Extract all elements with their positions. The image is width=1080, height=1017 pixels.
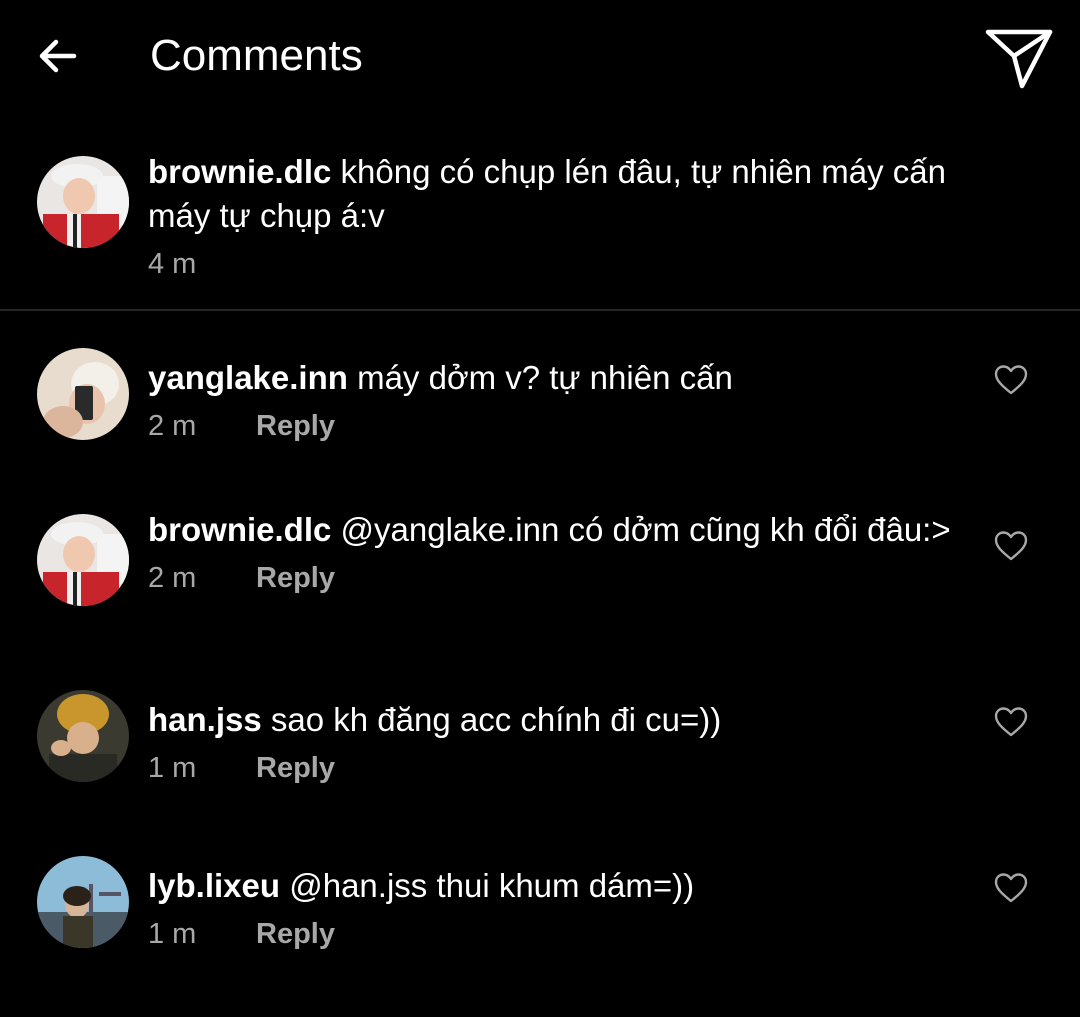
back-button[interactable] — [30, 28, 86, 84]
comment-meta: 1 m Reply — [148, 914, 978, 954]
comment-text: han.jss sao kh đăng acc chính đi cu=)) — [148, 698, 978, 742]
timestamp: 1 m — [148, 752, 197, 784]
heart-icon[interactable] — [994, 706, 1028, 738]
avatar[interactable] — [37, 514, 129, 606]
heart-icon[interactable] — [994, 530, 1028, 562]
post-caption: brownie.dlc không có chụp lén đâu, tự nh… — [0, 140, 1080, 310]
caption-text: brownie.dlc không có chụp lén đâu, tự nh… — [148, 150, 978, 238]
comment-body: brownie.dlc @yanglake.inn có dởm cũng kh… — [148, 508, 978, 598]
reply-button[interactable]: Reply — [256, 558, 335, 598]
caption-meta: 4 m — [148, 244, 978, 284]
comment-text: brownie.dlc @yanglake.inn có dởm cũng kh… — [148, 508, 978, 552]
reply-button[interactable]: Reply — [256, 406, 335, 446]
comment-content: máy dởm v? tự nhiên cấn — [347, 359, 733, 396]
comment-meta: 1 m Reply — [148, 748, 978, 788]
share-button[interactable] — [982, 22, 1056, 92]
comment-text: yanglake.inn máy dởm v? tự nhiên cấn — [148, 356, 978, 400]
divider — [0, 309, 1080, 311]
comment-username[interactable]: yanglake.inn — [148, 359, 348, 396]
avatar[interactable] — [37, 348, 129, 440]
paper-plane-icon — [985, 29, 1053, 89]
avatar[interactable] — [37, 690, 129, 782]
top-bar: Comments — [0, 0, 1080, 112]
comment-username[interactable]: brownie.dlc — [148, 511, 331, 548]
comment-username[interactable]: lyb.lixeu — [148, 867, 280, 904]
comment-body: han.jss sao kh đăng acc chính đi cu=)) 1… — [148, 698, 978, 788]
comment-text: lyb.lixeu @han.jss thui khum dám=)) — [148, 864, 978, 908]
comment-username[interactable]: han.jss — [148, 701, 262, 738]
comment-meta: 2 m Reply — [148, 558, 978, 598]
comment-content: sao kh đăng acc chính đi cu=)) — [261, 701, 722, 738]
comment-content: @yanglake.inn có dởm cũng kh đổi đâu:> — [331, 511, 951, 548]
avatar[interactable] — [37, 856, 129, 948]
comment-body: lyb.lixeu @han.jss thui khum dám=)) 1 m … — [148, 864, 978, 954]
timestamp: 2 m — [148, 410, 197, 442]
reply-button[interactable]: Reply — [256, 748, 335, 788]
reply-button[interactable]: Reply — [256, 914, 335, 954]
comment-body: yanglake.inn máy dởm v? tự nhiên cấn 2 m… — [148, 356, 978, 446]
page-title: Comments — [150, 31, 363, 80]
caption-username[interactable]: brownie.dlc — [148, 153, 331, 190]
comment-meta: 2 m Reply — [148, 406, 978, 446]
timestamp: 4 m — [148, 248, 197, 280]
timestamp: 2 m — [148, 562, 197, 594]
heart-icon[interactable] — [994, 364, 1028, 396]
heart-icon[interactable] — [994, 872, 1028, 904]
comment-content: @han.jss thui khum dám=)) — [280, 867, 695, 904]
avatar[interactable] — [37, 156, 129, 248]
caption-body: brownie.dlc không có chụp lén đâu, tự nh… — [148, 150, 978, 284]
arrow-left-icon — [39, 39, 77, 73]
timestamp: 1 m — [148, 918, 197, 950]
